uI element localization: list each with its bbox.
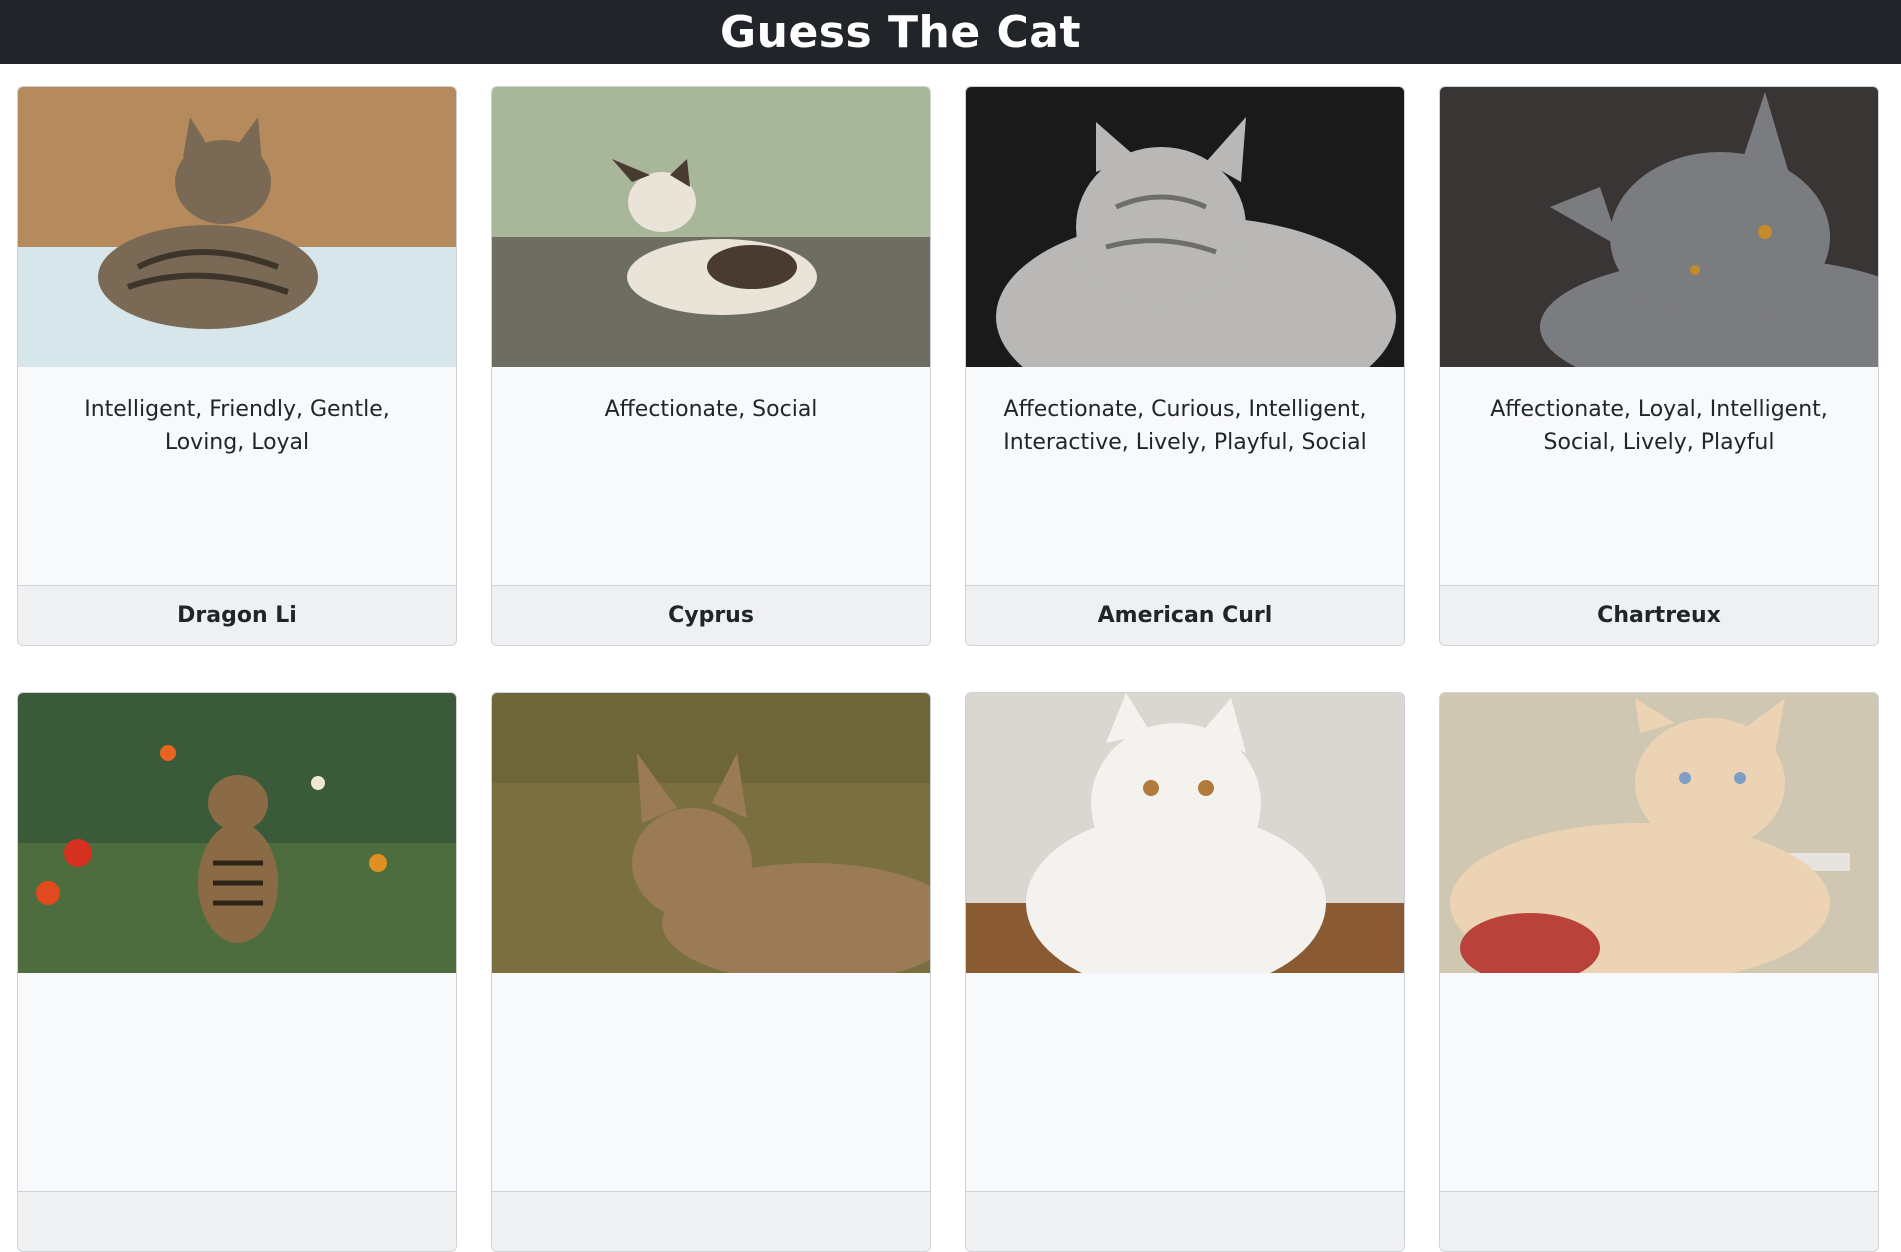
cat-card[interactable]: Affectionate, Loyal, Intelligent, Social… bbox=[1439, 86, 1879, 646]
gray-cat-photo bbox=[1440, 87, 1878, 367]
cat-card[interactable]: Affectionate, Social Cyprus bbox=[491, 86, 931, 646]
card-traits bbox=[18, 973, 456, 1191]
card-breed-name: Chartreux bbox=[1440, 585, 1878, 645]
card-traits bbox=[492, 973, 930, 1191]
bengal-kitten-in-flowers-photo bbox=[18, 693, 456, 973]
cat-photo bbox=[492, 693, 930, 973]
silver-fluffy-cat-photo bbox=[966, 87, 1404, 367]
card-traits: Intelligent, Friendly, Gentle, Loving, L… bbox=[18, 367, 456, 585]
card-breed-name bbox=[1440, 1191, 1878, 1251]
cat-card[interactable] bbox=[491, 692, 931, 1252]
card-breed-name: American Curl bbox=[966, 585, 1404, 645]
cat-photo bbox=[1440, 87, 1878, 367]
card-breed-name bbox=[966, 1191, 1404, 1251]
cat-photo bbox=[1440, 693, 1878, 973]
card-breed-name: Cyprus bbox=[492, 585, 930, 645]
cat-card[interactable] bbox=[17, 692, 457, 1252]
card-traits: Affectionate, Social bbox=[492, 367, 930, 585]
cat-photo bbox=[18, 87, 456, 367]
card-breed-name: Dragon Li bbox=[18, 585, 456, 645]
card-breed-name bbox=[18, 1191, 456, 1251]
cat-photo bbox=[966, 693, 1404, 973]
white-persian-cat-photo bbox=[966, 693, 1404, 973]
cat-photo bbox=[18, 693, 456, 973]
cat-card[interactable] bbox=[965, 692, 1405, 1252]
card-traits: Affectionate, Curious, Intelligent, Inte… bbox=[966, 367, 1404, 585]
brown-cat-in-grass-photo bbox=[492, 693, 930, 973]
page-title: Guess The Cat bbox=[720, 6, 1081, 58]
card-traits bbox=[1440, 973, 1878, 1191]
cat-card[interactable]: Intelligent, Friendly, Gentle, Loving, L… bbox=[17, 86, 457, 646]
app-header: Guess The Cat bbox=[0, 0, 1901, 64]
card-breed-name bbox=[492, 1191, 930, 1251]
cat-photo bbox=[966, 87, 1404, 367]
cat-card[interactable] bbox=[1439, 692, 1879, 1252]
card-traits: Affectionate, Loyal, Intelligent, Social… bbox=[1440, 367, 1878, 585]
cat-card[interactable]: Affectionate, Curious, Intelligent, Inte… bbox=[965, 86, 1405, 646]
cream-cat-photo bbox=[1440, 693, 1878, 973]
card-traits bbox=[966, 973, 1404, 1191]
tabby-cat-photo bbox=[18, 87, 456, 367]
cat-photo bbox=[492, 87, 930, 367]
calico-cat-photo bbox=[492, 87, 930, 367]
